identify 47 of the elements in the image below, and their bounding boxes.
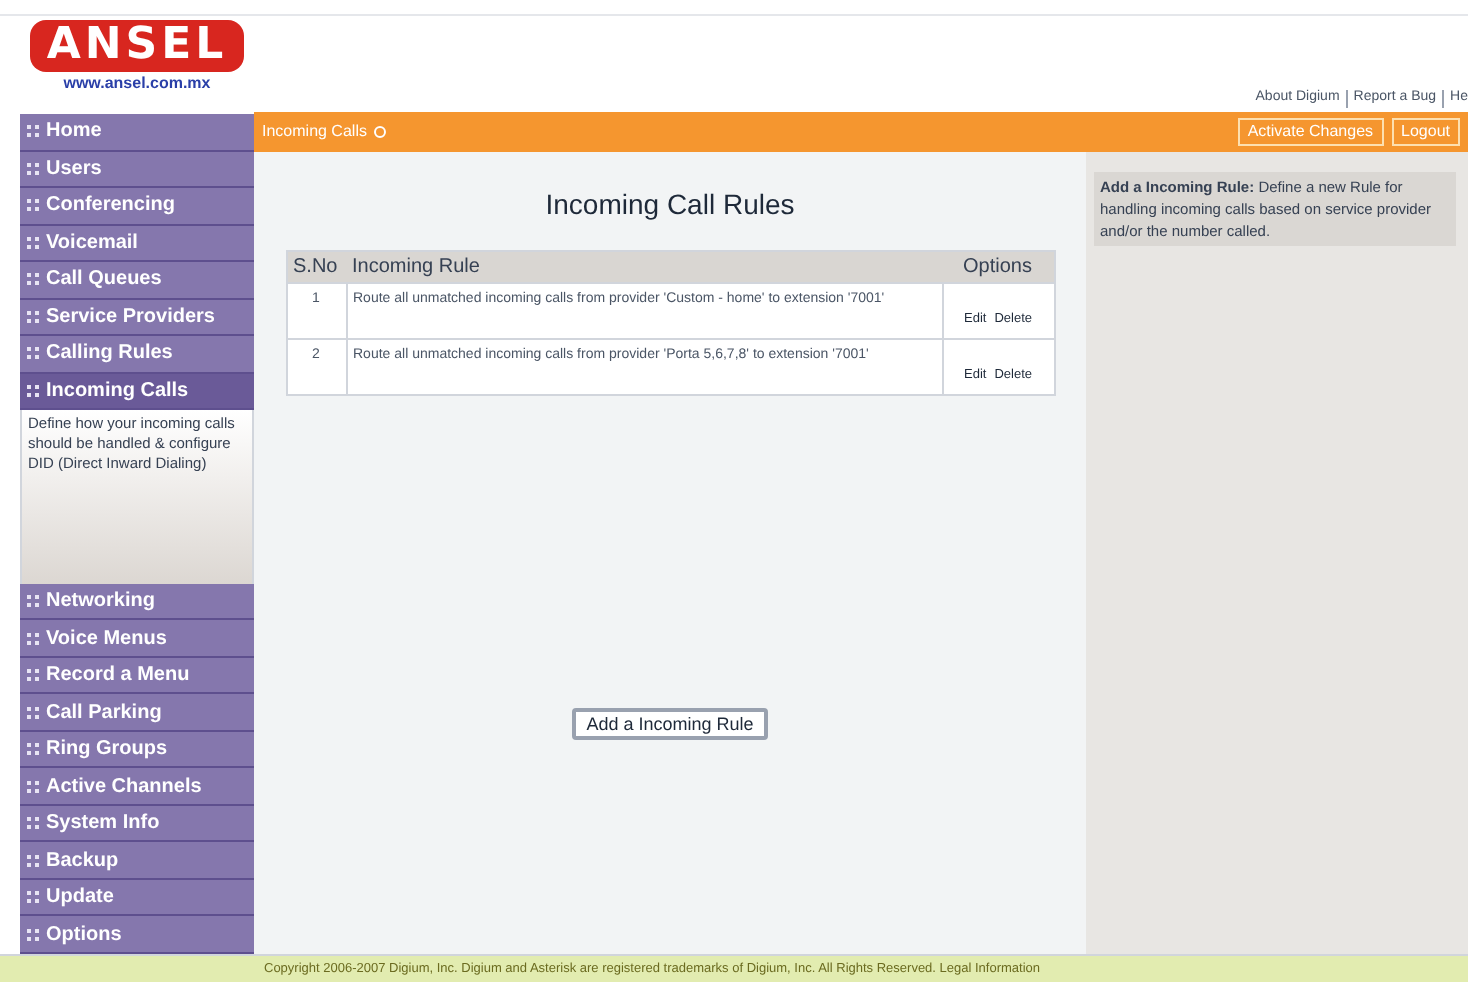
grip-icon: [26, 853, 40, 868]
info-icon: [374, 126, 387, 138]
sidebar-item[interactable]: Networking: [20, 583, 254, 621]
column-header: S.No: [286, 251, 346, 283]
sidebar-item[interactable]: Voicemail: [20, 225, 254, 263]
sidebar-item[interactable]: Options: [20, 916, 254, 954]
column-header: Options: [942, 251, 1054, 283]
column-header: Incoming Rule: [346, 251, 942, 283]
header-button[interactable]: Logout: [1391, 118, 1460, 146]
grip-icon: [26, 816, 40, 831]
website-url: www.ansel.com.mx: [63, 72, 211, 96]
sidebar-item[interactable]: Ring Groups: [20, 731, 254, 769]
grip-icon: [26, 927, 40, 942]
sidebar-item[interactable]: Conferencing: [20, 188, 254, 226]
sidebar-item[interactable]: Users: [20, 151, 254, 189]
grip-icon: [26, 594, 40, 609]
grip-icon: [26, 346, 40, 361]
grip-icon: [26, 705, 40, 720]
page-title: Incoming Calls: [262, 120, 367, 144]
grip-icon: [26, 235, 40, 250]
sidebar-item[interactable]: System Info: [20, 805, 254, 843]
grip-icon: [26, 198, 40, 213]
grip-icon: [26, 890, 40, 905]
sidebar-item[interactable]: Call Queues: [20, 262, 254, 300]
page-heading: Incoming Call Rules: [545, 186, 795, 224]
add-rule-button[interactable]: Add a Incoming Rule: [572, 708, 768, 740]
grip-icon: [26, 668, 40, 683]
sidebar-item[interactable]: Voice Menus: [20, 620, 254, 658]
grip-icon: [26, 383, 40, 398]
sidebar-item[interactable]: Service Providers: [20, 299, 254, 337]
header-button[interactable]: Activate Changes: [1237, 118, 1384, 146]
sidebar-item[interactable]: Backup: [20, 842, 254, 880]
sidebar-item[interactable]: Active Channels: [20, 768, 254, 806]
grip-icon: [26, 124, 40, 139]
logo: ANSEL: [30, 20, 244, 72]
grip-icon: [26, 631, 40, 646]
grip-icon: [26, 779, 40, 794]
sidebar-item[interactable]: Record a Menu: [20, 657, 254, 695]
grip-icon: [26, 309, 40, 324]
sidebar-item[interactable]: Calling Rules: [20, 336, 254, 374]
grip-icon: [26, 161, 40, 176]
sidebar-item[interactable]: Call Parking: [20, 694, 254, 732]
sidebar-item[interactable]: Incoming Calls: [20, 373, 254, 411]
grip-icon: [26, 272, 40, 287]
sidebar-item[interactable]: Update: [20, 879, 254, 917]
sidebar-item[interactable]: Home: [20, 114, 254, 152]
grip-icon: [26, 742, 40, 757]
